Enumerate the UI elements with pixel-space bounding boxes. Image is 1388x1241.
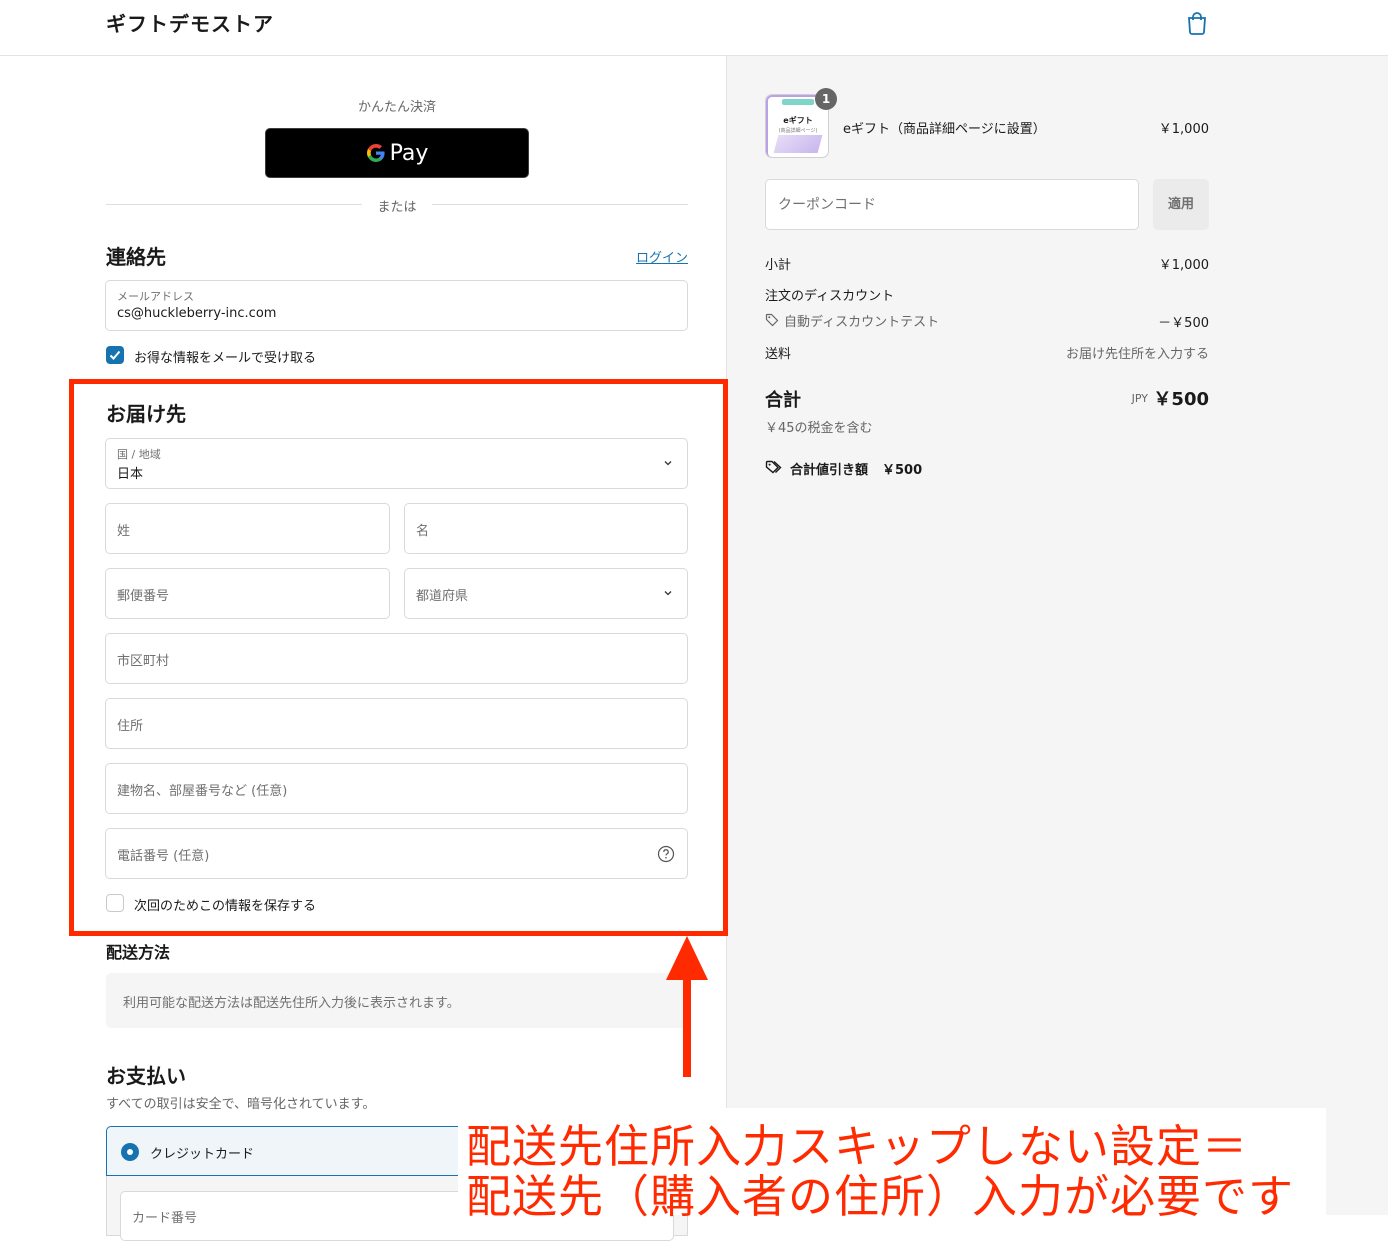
site-header: ギフトデモストア (0, 0, 1388, 56)
contact-heading: 連絡先 (106, 245, 166, 269)
apply-coupon-button[interactable]: 適用 (1153, 179, 1209, 230)
email-value: cs@huckleberry-inc.com (117, 306, 277, 321)
shipping-method-note-box: 利用可能な配送方法は配送先住所入力後に表示されます。 (106, 973, 688, 1028)
discount-value: －￥500 (1158, 316, 1209, 331)
annotation-arrow-shaft (683, 975, 691, 1077)
shipping-value: お届け先住所を入力する (1065, 347, 1209, 362)
store-name[interactable]: ギフトデモストア (106, 8, 274, 37)
shipping-label: 送料 (765, 347, 792, 362)
newsletter-label: お得な情報をメールで受け取る (134, 351, 317, 366)
newsletter-checkbox[interactable] (106, 346, 124, 364)
total-savings-value: ￥500 (882, 463, 923, 478)
tag-icon (765, 313, 779, 327)
credit-card-radio[interactable] (121, 1143, 139, 1161)
credit-card-label: クレジットカード (150, 1147, 255, 1162)
or-separator: または (377, 200, 417, 215)
discount-name: 自動ディスカウントテスト (784, 315, 940, 330)
shopping-bag-icon[interactable] (1186, 11, 1208, 35)
total-label: 合計 (765, 390, 801, 411)
card-number-placeholder: カード番号 (132, 1211, 198, 1226)
product-price: ￥1,000 (1158, 122, 1209, 137)
google-g-icon (366, 144, 385, 162)
email-field[interactable]: メールアドレス cs@huckleberry-inc.com (105, 280, 688, 331)
login-link[interactable]: ログイン (620, 247, 688, 266)
divider-right (432, 204, 688, 205)
check-icon (109, 350, 121, 360)
payment-subtitle: すべての取引は安全で、暗号化されています。 (106, 1097, 376, 1112)
google-pay-button[interactable]: Pay (265, 128, 529, 178)
tax-note: ￥45の税金を含む (765, 421, 873, 436)
coupon-input[interactable] (766, 180, 1138, 229)
shipping-method-heading: 配送方法 (106, 943, 171, 962)
payment-heading: お支払い (106, 1064, 186, 1088)
email-label: メールアドレス (117, 290, 194, 303)
annotation-arrow-head (666, 936, 708, 980)
divider-left (106, 204, 362, 205)
tag-icon (765, 460, 782, 474)
annotation-highlight-box (69, 379, 728, 936)
annotation-line-2: 配送先（購入者の住所）入力が必要です (466, 1170, 1295, 1223)
coupon-field[interactable] (765, 179, 1139, 230)
product-name: eギフト（商品詳細ページに設置） (843, 122, 1046, 137)
total-currency: JPY (1131, 392, 1148, 405)
total-savings-label: 合計値引き額 (790, 463, 869, 478)
google-pay-label: Pay (389, 140, 429, 166)
annotation-banner: 配送先住所入力スキップしない設定＝ 配送先（購入者の住所）入力が必要です (458, 1108, 1326, 1223)
subtotal-value: ￥1,000 (1158, 258, 1209, 273)
order-discount-label: 注文のディスカウント (765, 289, 895, 304)
total-value: ￥500 (1153, 389, 1209, 410)
quantity-badge: 1 (815, 88, 837, 110)
subtotal-label: 小計 (765, 258, 792, 273)
shipping-method-note: 利用可能な配送方法は配送先住所入力後に表示されます。 (123, 996, 460, 1011)
express-checkout-title: かんたん決済 (357, 100, 436, 115)
